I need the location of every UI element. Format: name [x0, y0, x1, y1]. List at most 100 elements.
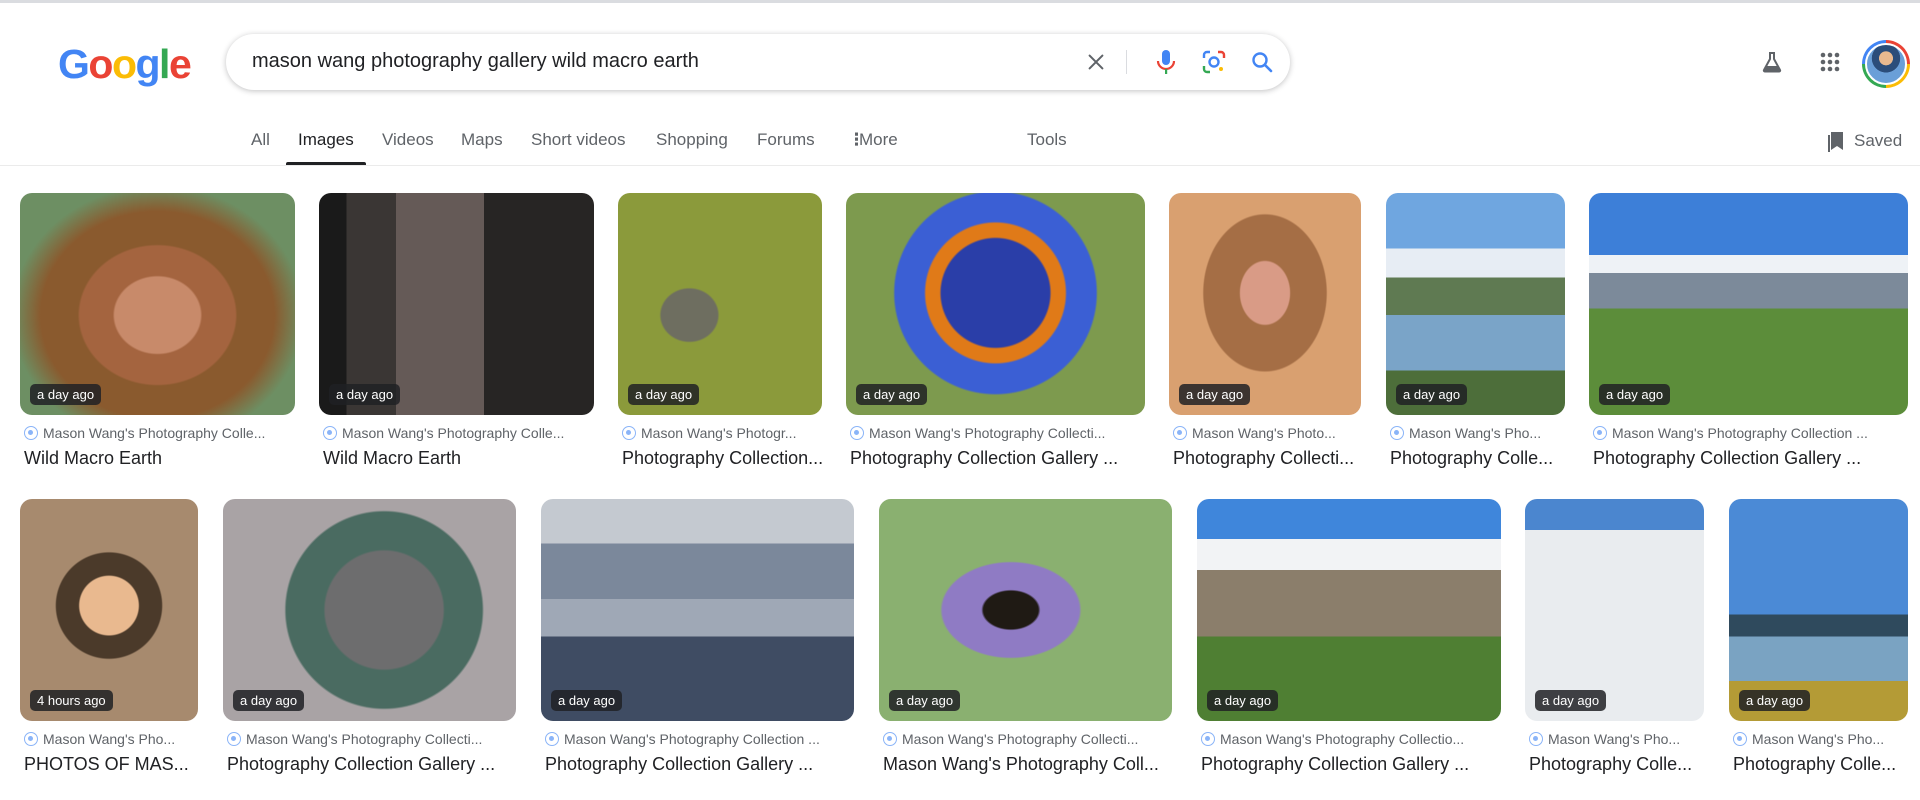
search-input[interactable]: mason wang photography gallery wild macr… [252, 50, 699, 73]
result-source-text: Mason Wang's Pho... [1409, 425, 1542, 441]
result-title[interactable]: Photography Collection Gallery ... [850, 448, 1149, 469]
result-title[interactable]: Photography Collection Gallery ... [1201, 754, 1505, 775]
clear-icon[interactable] [1080, 46, 1112, 78]
tab-more[interactable]: ⋮More [848, 130, 898, 150]
search-box[interactable]: mason wang photography gallery wild macr… [226, 34, 1290, 90]
result-thumbnail[interactable]: a day ago [319, 193, 594, 415]
result-title[interactable]: Photography Collection Gallery ... [227, 754, 520, 775]
logo-letter: G [58, 41, 90, 87]
result-source[interactable]: Mason Wang's Photography Collecti... [227, 731, 520, 747]
result-source[interactable]: Mason Wang's Pho... [1529, 731, 1708, 747]
result-source[interactable]: Mason Wang's Photo... [1173, 425, 1365, 441]
image-result[interactable]: a day ago Mason Wang's Photography Colle… [1197, 499, 1501, 779]
tab-short-videos[interactable]: Short videos [531, 130, 626, 150]
result-thumbnail[interactable]: a day ago [1525, 499, 1704, 721]
time-badge: a day ago [1207, 690, 1279, 711]
result-thumbnail[interactable]: a day ago [618, 193, 822, 415]
result-source[interactable]: Mason Wang's Photography Collecti... [883, 731, 1176, 747]
saved-button[interactable]: Saved [1828, 130, 1902, 152]
search-icon[interactable] [1246, 46, 1278, 78]
result-thumbnail[interactable]: a day ago [223, 499, 516, 721]
tab-forums[interactable]: Forums [757, 130, 815, 150]
image-result[interactable]: a day ago Mason Wang's Photography Colle… [1589, 193, 1908, 473]
more-vert-icon: ⋮ [848, 130, 865, 149]
microphone-icon[interactable] [1150, 46, 1182, 78]
time-badge: a day ago [551, 690, 623, 711]
site-favicon-icon [1529, 732, 1543, 746]
image-result[interactable]: 4 hours ago Mason Wang's Pho... PHOTOS O… [20, 499, 198, 779]
image-result[interactable]: a day ago Mason Wang's Photography Colle… [20, 193, 295, 473]
logo-letter: l [159, 41, 170, 87]
tab-images[interactable]: Images [298, 130, 354, 150]
result-source-text: Mason Wang's Photo... [1192, 425, 1336, 441]
result-title[interactable]: Mason Wang's Photography Coll... [883, 754, 1176, 775]
result-source[interactable]: Mason Wang's Photogr... [622, 425, 826, 441]
result-source-text: Mason Wang's Pho... [1752, 731, 1885, 747]
apps-grid-icon[interactable] [1812, 44, 1848, 80]
result-title[interactable]: PHOTOS OF MAS... [24, 754, 202, 775]
image-result[interactable]: a day ago Mason Wang's Photography Colle… [541, 499, 854, 779]
image-result[interactable]: a day ago Mason Wang's Photography Colle… [319, 193, 594, 473]
result-source[interactable]: Mason Wang's Photography Collection ... [1593, 425, 1912, 441]
image-result[interactable]: a day ago Mason Wang's Photogr... Photog… [618, 193, 823, 473]
result-thumbnail[interactable]: 4 hours ago [20, 499, 198, 721]
tab-maps[interactable]: Maps [461, 130, 503, 150]
image-result[interactable]: a day ago Mason Wang's Pho... Photograph… [1386, 193, 1565, 473]
image-result[interactable]: a day ago Mason Wang's Photo... Photogra… [1169, 193, 1361, 473]
image-result[interactable]: a day ago Mason Wang's Pho... Photograph… [1729, 499, 1908, 779]
result-thumbnail[interactable]: a day ago [1169, 193, 1361, 415]
result-source[interactable]: Mason Wang's Photography Colle... [24, 425, 299, 441]
account-avatar[interactable] [1862, 40, 1910, 88]
logo-letter: e [168, 41, 192, 87]
result-source[interactable]: Mason Wang's Pho... [1390, 425, 1569, 441]
result-thumbnail[interactable]: a day ago [846, 193, 1145, 415]
result-thumbnail[interactable]: a day ago [20, 193, 295, 415]
result-source[interactable]: Mason Wang's Photography Colle... [323, 425, 598, 441]
tab-videos[interactable]: Videos [382, 130, 434, 150]
time-badge: a day ago [856, 384, 928, 405]
result-title[interactable]: Photography Colle... [1529, 754, 1708, 775]
result-thumbnail[interactable]: a day ago [1197, 499, 1501, 721]
result-thumbnail[interactable]: a day ago [541, 499, 854, 721]
result-title[interactable]: Photography Colle... [1733, 754, 1912, 775]
image-result[interactable]: a day ago Mason Wang's Photography Colle… [223, 499, 516, 779]
result-title[interactable]: Wild Macro Earth [24, 448, 299, 469]
time-badge: a day ago [1535, 690, 1607, 711]
search-divider [1126, 50, 1127, 74]
time-badge: a day ago [30, 384, 102, 405]
site-favicon-icon [1173, 426, 1187, 440]
tab-all[interactable]: All [251, 130, 270, 150]
result-source[interactable]: Mason Wang's Photography Collecti... [850, 425, 1149, 441]
result-title[interactable]: Photography Collection Gallery ... [1593, 448, 1912, 469]
result-source[interactable]: Mason Wang's Photography Collection ... [545, 731, 858, 747]
result-source-text: Mason Wang's Photography Colle... [342, 425, 565, 441]
site-favicon-icon [1390, 426, 1404, 440]
result-title[interactable]: Photography Collecti... [1173, 448, 1365, 469]
result-thumbnail[interactable]: a day ago [1589, 193, 1908, 415]
result-source[interactable]: Mason Wang's Photography Collectio... [1201, 731, 1505, 747]
tab-shopping[interactable]: Shopping [656, 130, 728, 150]
result-title[interactable]: Photography Collection... [622, 448, 826, 469]
time-badge: a day ago [1599, 384, 1671, 405]
result-source-text: Mason Wang's Photography Collecti... [902, 731, 1139, 747]
image-result[interactable]: a day ago Mason Wang's Photography Colle… [879, 499, 1172, 779]
google-logo[interactable]: Google [58, 41, 192, 87]
result-title[interactable]: Photography Colle... [1390, 448, 1569, 469]
image-result[interactable]: a day ago Mason Wang's Photography Colle… [846, 193, 1145, 473]
result-thumbnail[interactable]: a day ago [1729, 499, 1908, 721]
result-source[interactable]: Mason Wang's Pho... [1733, 731, 1912, 747]
result-title[interactable]: Photography Collection Gallery ... [545, 754, 858, 775]
image-result[interactable]: a day ago Mason Wang's Pho... Photograph… [1525, 499, 1704, 779]
result-thumbnail[interactable]: a day ago [1386, 193, 1565, 415]
lens-camera-icon[interactable] [1198, 46, 1230, 78]
result-thumbnail[interactable]: a day ago [879, 499, 1172, 721]
labs-flask-icon[interactable] [1754, 44, 1790, 80]
active-tab-indicator [286, 162, 366, 165]
result-title[interactable]: Wild Macro Earth [323, 448, 598, 469]
time-badge: a day ago [233, 690, 305, 711]
result-source[interactable]: Mason Wang's Pho... [24, 731, 202, 747]
time-badge: a day ago [628, 384, 700, 405]
tools-button[interactable]: Tools [1027, 130, 1067, 150]
logo-letter: o [88, 41, 113, 87]
site-favicon-icon [622, 426, 636, 440]
